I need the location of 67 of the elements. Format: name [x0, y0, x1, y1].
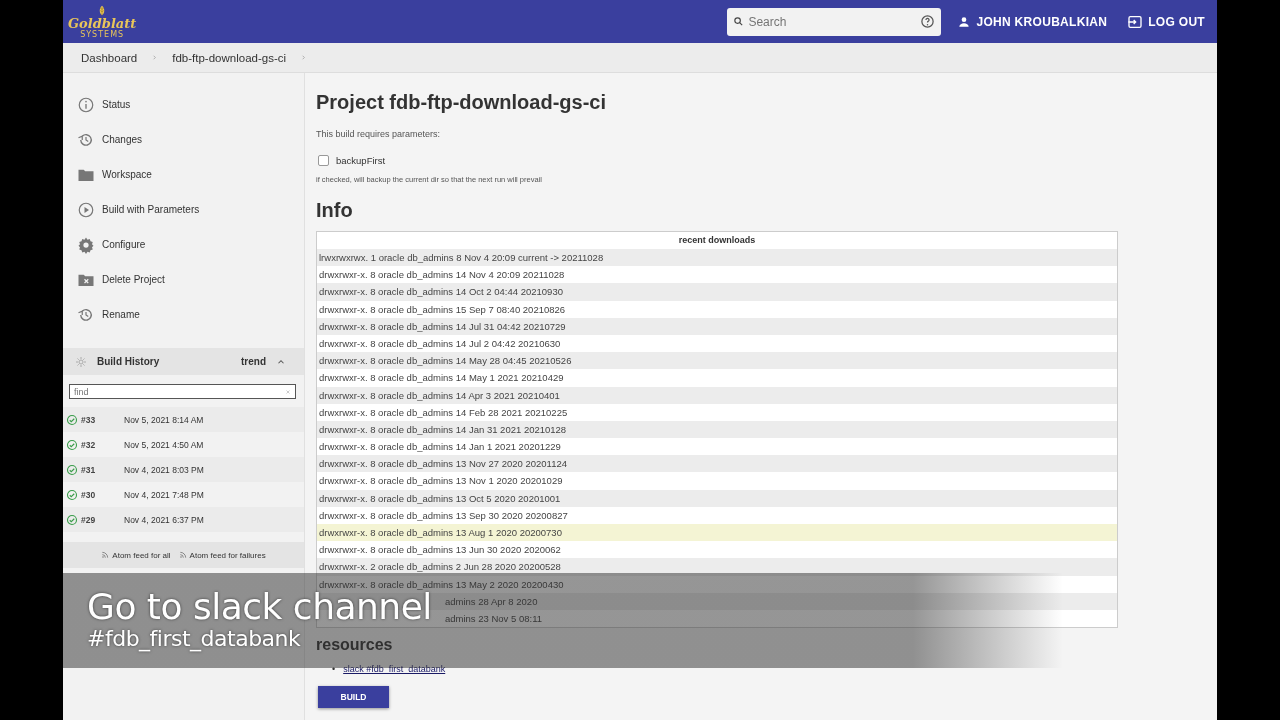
build-history-header: Build History trend [63, 348, 304, 375]
table-row-text: drwxrwxr-x. 8 oracle db_admins 15 Sep 7 08:40 20210826 [318, 302, 567, 317]
rss-icon [178, 551, 187, 559]
checkbox-label: backupFirst [336, 155, 386, 166]
table-header: recent downloads [677, 234, 757, 247]
table-row-text: drwxrwxr-x. 8 oracle db_admins 14 Jan 1 2021 20201229 [318, 440, 562, 455]
user-link[interactable]: JOHN KROUBALKIAN [957, 14, 1108, 29]
sidebar-item[interactable]: Build with Parameters [77, 192, 304, 227]
chevron-icon [300, 54, 308, 61]
table-row: drwxrwxr-x. 8 oracle db_admins 13 Oct 5 2020 20201001 [317, 489, 1117, 507]
breadcrumb-link[interactable]: Dashboard [81, 51, 138, 64]
table-row: lrwxrwxrwx. 1 oracle db_admins 8 Nov 4 20:09 current -> 20211028 [317, 249, 1117, 267]
table-row-text: drwxrwxr-x. 8 oracle db_admins 13 Sep 30 2020 20200827 [318, 508, 569, 523]
clear-icon [285, 388, 291, 395]
slack-link[interactable]: slack #fdb_first_databank [343, 664, 446, 675]
section-title: Info [316, 199, 354, 222]
sidebar-item[interactable]: Status [77, 87, 304, 122]
table-row-text: drwxrwxr-x. 8 oracle db_admins 14 Nov 4 20:09 20211028 [318, 268, 566, 283]
checkbox[interactable] [318, 155, 329, 166]
sidebar-item[interactable]: Delete Project [77, 262, 304, 297]
help-icon [920, 14, 936, 29]
project-title: Project fdb-ftp-download-gs-ci [316, 91, 607, 114]
success-icon [66, 413, 78, 426]
table-row: drwxrwxr-x. 8 oracle db_admins 14 Jul 31 04:42 20210729 [317, 317, 1117, 335]
table-row-text: drwxrwxr-x. 8 oracle db_admins 13 Nov 1 2020 20201029 [318, 474, 564, 489]
info-icon [77, 95, 95, 114]
success-icon [66, 488, 78, 501]
success-icon [66, 513, 78, 526]
success-icon [66, 438, 78, 451]
logout-icon [1127, 13, 1144, 30]
company-logo[interactable]: Goldblatt SYSTEMS [68, 4, 137, 39]
table-row-text: drwxrwxr-x. 8 oracle db_admins 13 Jun 30 2020 2020062 [318, 543, 562, 558]
breadcrumb-link[interactable]: fdb-ftp-download-gs-ci [172, 51, 287, 64]
table-row-text: admins 23 Nov 5 08:11 [444, 611, 543, 626]
sidebar-item[interactable]: Rename [77, 297, 304, 332]
sidebar-item[interactable]: Configure [77, 227, 304, 262]
user-icon [957, 14, 972, 29]
table-row: drwxrwxr-x. 8 oracle db_admins 13 Aug 1 2020 20200730 [317, 524, 1117, 542]
table-row: drwxrwxr-x. 8 oracle db_admins 14 Oct 2 04:44 20210930 [317, 283, 1117, 301]
search-input[interactable]: Search [746, 13, 921, 30]
bullet: • [332, 664, 336, 675]
feed-link[interactable]: Atom feed for failures [178, 550, 266, 560]
table-row: drwxrwxr-x. 8 oracle db_admins 14 Jan 31 2021 20210128 [317, 420, 1117, 439]
sidebar-item[interactable]: Workspace [77, 157, 304, 192]
section-title: resources [316, 636, 394, 655]
sidebar-item[interactable]: Changes [77, 122, 304, 157]
table-row: drwxrwxr-x. 2 oracle db_admins 2 Jun 28 2020 20200528 [317, 558, 1117, 576]
search-field[interactable]: Search [727, 7, 942, 36]
chevron-icon [151, 54, 159, 61]
rss-icon [101, 551, 110, 559]
sun-icon [75, 355, 87, 368]
gear-icon [77, 235, 95, 254]
find-field[interactable]: find [69, 384, 296, 399]
feed-link[interactable]: Atom feed for all [101, 550, 171, 560]
caption-subtitle: #fdb_first_databank [87, 624, 301, 653]
logout-link[interactable]: LOG OUT [1127, 13, 1205, 30]
success-icon [66, 463, 78, 476]
table-row: drwxrwxr-x. 8 oracle db_admins 14 May 28 04:45 20210526 [317, 352, 1117, 370]
table-row-text: drwxrwxr-x. 8 oracle db_admins 14 Feb 28 2021 20210225 [318, 405, 569, 420]
parameters-note: This build requires parameters: [316, 129, 442, 139]
play-icon [77, 200, 95, 219]
build-button[interactable]: BUILD [318, 686, 389, 709]
table-row: drwxrwxr-x. 8 oracle db_admins 14 Apr 3 2021 20210401 [317, 386, 1117, 404]
search-icon [733, 16, 745, 27]
table-row: drwxrwxr-x. 8 oracle db_admins 13 Nov 27 2020 20201124 [317, 455, 1117, 473]
table-row-text: drwxrwxr-x. 8 oracle db_admins 14 Jul 2 04:42 20210630 [318, 336, 562, 351]
table-row-text: drwxrwxr-x. 8 oracle db_admins 14 May 1 2021 20210429 [318, 371, 565, 386]
